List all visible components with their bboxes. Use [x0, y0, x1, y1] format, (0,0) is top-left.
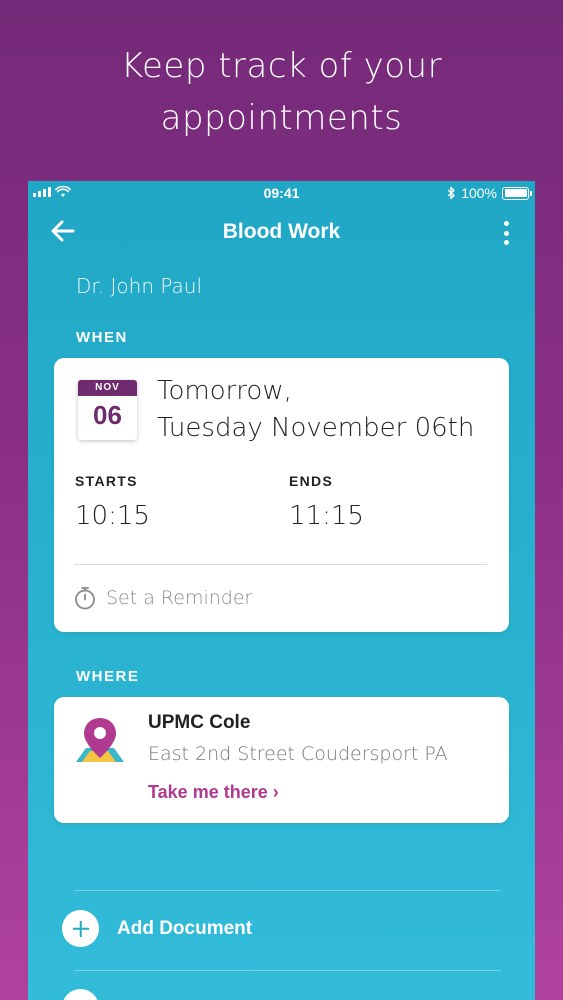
- calendar-icon: NOV 06: [78, 380, 137, 440]
- add-document-label: Add Document: [117, 917, 253, 939]
- headline-line-2: appointments: [160, 98, 403, 138]
- location-address: East 2nd Street Coudersport PA: [148, 743, 448, 765]
- navigation-bar: Blood Work: [28, 206, 535, 258]
- add-document-button[interactable]: Add Document: [62, 910, 252, 947]
- divider: [74, 970, 501, 971]
- take-me-there-link[interactable]: Take me there ›: [148, 782, 279, 803]
- set-reminder-button[interactable]: Set a Reminder: [74, 586, 252, 610]
- when-section-label: WHEN: [76, 329, 128, 346]
- marketing-headline: Keep track of your appointments: [0, 40, 563, 144]
- more-options-button[interactable]: [497, 219, 515, 247]
- doctor-name: Dr. John Paul: [76, 274, 202, 298]
- battery-percentage: 100%: [461, 185, 497, 201]
- bluetooth-icon: [447, 186, 455, 200]
- divider: [74, 890, 501, 891]
- calendar-month: NOV: [78, 380, 137, 396]
- headline-line-1: Keep track of your: [120, 46, 443, 86]
- divider: [74, 564, 487, 565]
- stopwatch-icon: [75, 587, 95, 610]
- date-full: Tuesday November 06th: [157, 413, 475, 443]
- plus-icon: [62, 989, 99, 1000]
- map-pin-icon: [76, 718, 124, 762]
- location-name: UPMC Cole: [148, 712, 251, 733]
- add-item-button[interactable]: [62, 989, 117, 1000]
- ends-time: 11:15: [289, 501, 364, 531]
- status-bar: 09:41 100%: [28, 181, 535, 206]
- where-section-label: WHERE: [76, 668, 140, 685]
- ends-label: ENDS: [289, 473, 334, 489]
- calendar-day: 06: [93, 400, 122, 430]
- when-card: NOV 06 Tomorrow, Tuesday November 06th S…: [54, 358, 509, 632]
- more-vertical-icon: [503, 221, 509, 226]
- starts-label: STARTS: [75, 473, 138, 489]
- appointment-date: Tomorrow, Tuesday November 06th: [157, 373, 474, 447]
- where-card: UPMC Cole East 2nd Street Coudersport PA…: [54, 697, 509, 823]
- phone-screen: 09:41 100% Blood Work Dr. John Paul WHEN…: [28, 181, 535, 1000]
- set-reminder-label: Set a Reminder: [106, 587, 253, 609]
- date-relative: Tomorrow,: [157, 376, 292, 406]
- plus-icon: [62, 910, 99, 947]
- page-title: Blood Work: [222, 220, 341, 243]
- starts-time: 10:15: [75, 501, 150, 531]
- battery-icon: [502, 186, 532, 200]
